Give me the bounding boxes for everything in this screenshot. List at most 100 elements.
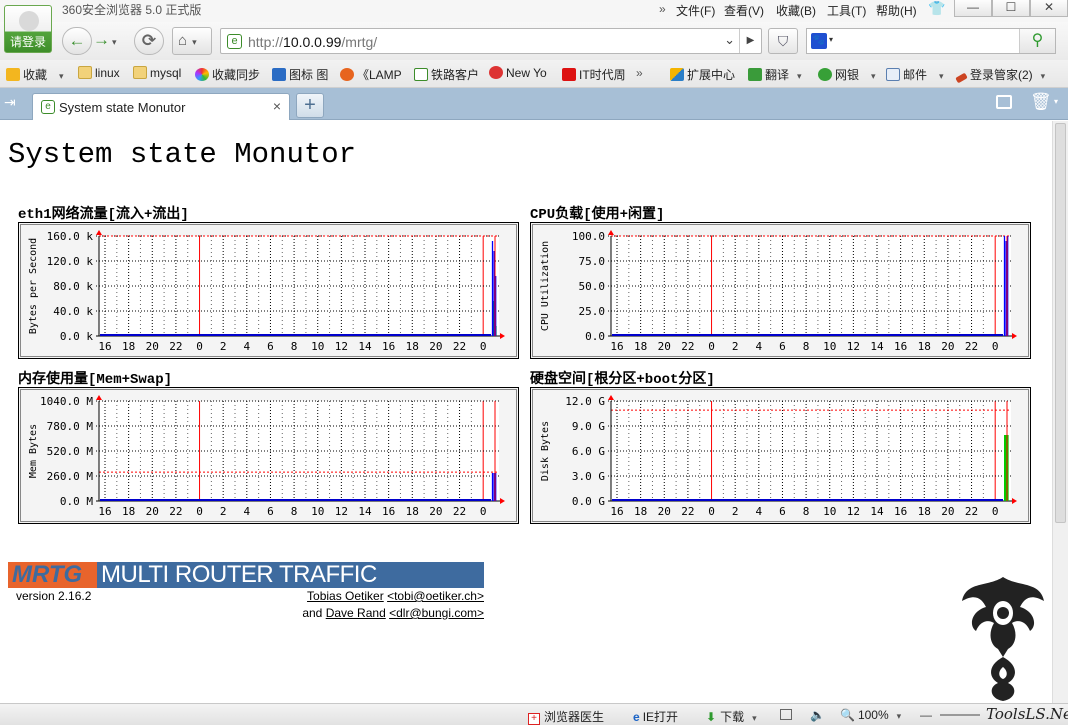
y-tick-label: 260.0 M	[47, 470, 94, 483]
x-tick-label: 22	[681, 505, 694, 518]
x-tick-label: 16	[894, 340, 907, 353]
tab-close-icon[interactable]: ×	[273, 98, 281, 114]
back-button[interactable]: ←	[62, 27, 92, 55]
menu-favorites[interactable]: 收藏(B)	[776, 2, 816, 19]
x-tick-label: 6	[779, 505, 786, 518]
search-engine-dropdown-icon[interactable]: ▾	[829, 35, 833, 44]
bookmark-icons[interactable]: 图标 图	[272, 66, 328, 83]
zoom-slider[interactable]	[940, 714, 980, 716]
y-tick-label: 12.0 G	[565, 395, 605, 408]
download-arrow-icon: ⬇	[706, 710, 717, 724]
skin-shirt-icon[interactable]: 👕	[928, 0, 945, 17]
site-icon	[340, 68, 354, 81]
y-tick-label: 25.0	[579, 305, 606, 318]
credit-line-2: and Dave Rand <dlr@bungi.com>	[184, 606, 484, 620]
login-avatar[interactable]: 请登录	[4, 5, 52, 53]
zoom-out-icon[interactable]: —	[920, 708, 932, 722]
tab-system-state[interactable]: e System state Monutor ×	[32, 93, 290, 120]
sidebar-toggle-icon[interactable]: ⇥	[4, 94, 16, 111]
series-in-bar	[1004, 435, 1006, 501]
forward-dropdown-icon[interactable]: ▾	[112, 37, 117, 47]
address-bar[interactable]: e http://10.0.0.99/mrtg/ ⌄ ▶	[220, 28, 762, 54]
new-tab-button[interactable]: +	[296, 93, 324, 118]
home-button[interactable]: ⌂ ▾	[172, 27, 212, 55]
maximize-button[interactable]: ☐	[992, 0, 1030, 17]
mrtg-banner[interactable]: MRTG MULTI ROUTER TRAFFIC GRAPHER	[8, 562, 484, 614]
x-tick-label: 20	[941, 505, 954, 518]
bookmarks-more-icon[interactable]: »	[636, 66, 643, 80]
menu-tools[interactable]: 工具(T)	[827, 2, 866, 19]
download-button[interactable]: ⬇ 下载 ▾	[706, 708, 757, 725]
x-tick-label: 16	[382, 340, 395, 353]
minimize-button[interactable]: —	[954, 0, 992, 17]
search-engine-icon[interactable]: 🐾	[811, 33, 827, 49]
menu-file[interactable]: 文件(F)	[676, 2, 715, 19]
online-banking-button[interactable]: 网银 ▾	[818, 66, 876, 83]
search-box[interactable]: 🐾 ▾ ⚲	[806, 28, 1056, 54]
window-title: 360安全浏览器 5.0 正式版	[62, 3, 202, 17]
restore-tabs-icon[interactable]	[996, 95, 1012, 109]
search-button[interactable]: ⚲	[1019, 29, 1055, 53]
extension-center[interactable]: 扩展中心	[670, 66, 735, 83]
forward-button[interactable]: → ▾	[93, 27, 127, 55]
email-link-tobias[interactable]: <tobi@oetiker.ch>	[387, 589, 484, 603]
menu-help[interactable]: 帮助(H)	[876, 2, 917, 19]
scrollbar-thumb[interactable]	[1055, 123, 1066, 523]
x-tick-label: 22	[169, 505, 182, 518]
vertical-scrollbar[interactable]	[1052, 121, 1068, 703]
refresh-button[interactable]: ⟳	[134, 27, 164, 55]
graph-cpu[interactable]: 16 18 20 22 0 2 4 6 8 10 12 14 16 18 20 22 0 0.0 25.0 50.0 7…	[530, 222, 1031, 359]
x-tick-label: 22	[965, 340, 978, 353]
login-label[interactable]: 请登录	[5, 33, 51, 50]
graph-disk[interactable]: 16 18 20 22 0 2 4 6 8 10 12 14 16 18 20 22 0 0.0 G 3.0 G 6.…	[530, 387, 1031, 524]
window-icon[interactable]	[780, 709, 792, 720]
tab-menu-icon[interactable]: ▾	[1054, 97, 1058, 106]
ie-open-button[interactable]: e IE打开	[633, 708, 678, 725]
bookmark-it-times[interactable]: IT时代周	[562, 66, 626, 83]
bookmark-linux[interactable]: linux	[78, 66, 120, 80]
magnifier-icon: 🔍	[840, 708, 855, 722]
star-icon	[6, 68, 20, 81]
bookmark-favorites[interactable]: 收藏 ▾	[6, 66, 64, 83]
bookmark-mysql[interactable]: mysql	[133, 66, 181, 80]
trash-icon[interactable]: 🗑	[1030, 92, 1052, 112]
security-shield-icon[interactable]: ⛉	[768, 28, 798, 54]
email-link-dave[interactable]: <dlr@bungi.com>	[389, 606, 484, 620]
menu-collapse-icon[interactable]: »	[659, 2, 666, 16]
bookmark-railway[interactable]: 铁路客户	[414, 66, 479, 83]
mail-button[interactable]: 邮件 ▾	[886, 66, 944, 83]
login-manager-button[interactable]: 登录管家(2) ▾	[955, 66, 1045, 84]
x-tick-label: 8	[291, 505, 298, 518]
x-tick-label: 2	[732, 340, 739, 353]
x-tick-label: 16	[894, 505, 907, 518]
y-tick-label: 9.0 G	[572, 420, 605, 433]
bookmark-newyork[interactable]: New Yo	[489, 66, 547, 80]
address-dropdown-icon[interactable]: ⌄	[724, 32, 735, 48]
x-tick-label: 16	[382, 505, 395, 518]
x-tick-label: 12	[335, 340, 348, 353]
x-tick-label: 2	[220, 340, 227, 353]
x-tick-label: 0	[992, 340, 999, 353]
bookmark-sync[interactable]: 收藏同步	[195, 66, 260, 83]
x-tick-label: 18	[122, 505, 135, 518]
x-tick-label: 18	[918, 505, 931, 518]
graph-eth1[interactable]: 16 18 20 22 0 2 4 6 8 10 12 14 16 18 20 22 0 0.0 k 40.0 k 8…	[18, 222, 519, 359]
author-link-dave[interactable]: Dave Rand	[326, 606, 386, 620]
home-dropdown-icon[interactable]: ▾	[192, 37, 197, 47]
zoom-control[interactable]: 🔍 100% ▾	[840, 708, 901, 722]
translate-icon	[748, 68, 762, 81]
x-tick-label: 22	[681, 340, 694, 353]
go-button[interactable]: ▶	[739, 29, 761, 53]
bookmark-lamp[interactable]: 《LAMP	[340, 66, 402, 83]
volume-icon[interactable]: 🔈	[810, 708, 825, 722]
browser-doctor-button[interactable]: + 浏览器医生	[528, 708, 604, 725]
translate-button[interactable]: 翻译 ▾	[748, 66, 802, 83]
x-tick-label: 16	[98, 340, 111, 353]
graph-memory[interactable]: 16 18 20 22 0 2 4 6 8 10 12 14 16 18 20 22 0 0.0 M 260.0 M…	[18, 387, 519, 524]
page-title: System state Monutor	[8, 138, 357, 171]
author-link-tobias[interactable]: Tobias Oetiker	[307, 589, 384, 603]
address-text[interactable]: http://10.0.0.99/mrtg/	[248, 34, 377, 50]
close-window-button[interactable]: ✕	[1030, 0, 1068, 17]
menu-view[interactable]: 查看(V)	[724, 2, 764, 19]
x-tick-label: 16	[98, 505, 111, 518]
